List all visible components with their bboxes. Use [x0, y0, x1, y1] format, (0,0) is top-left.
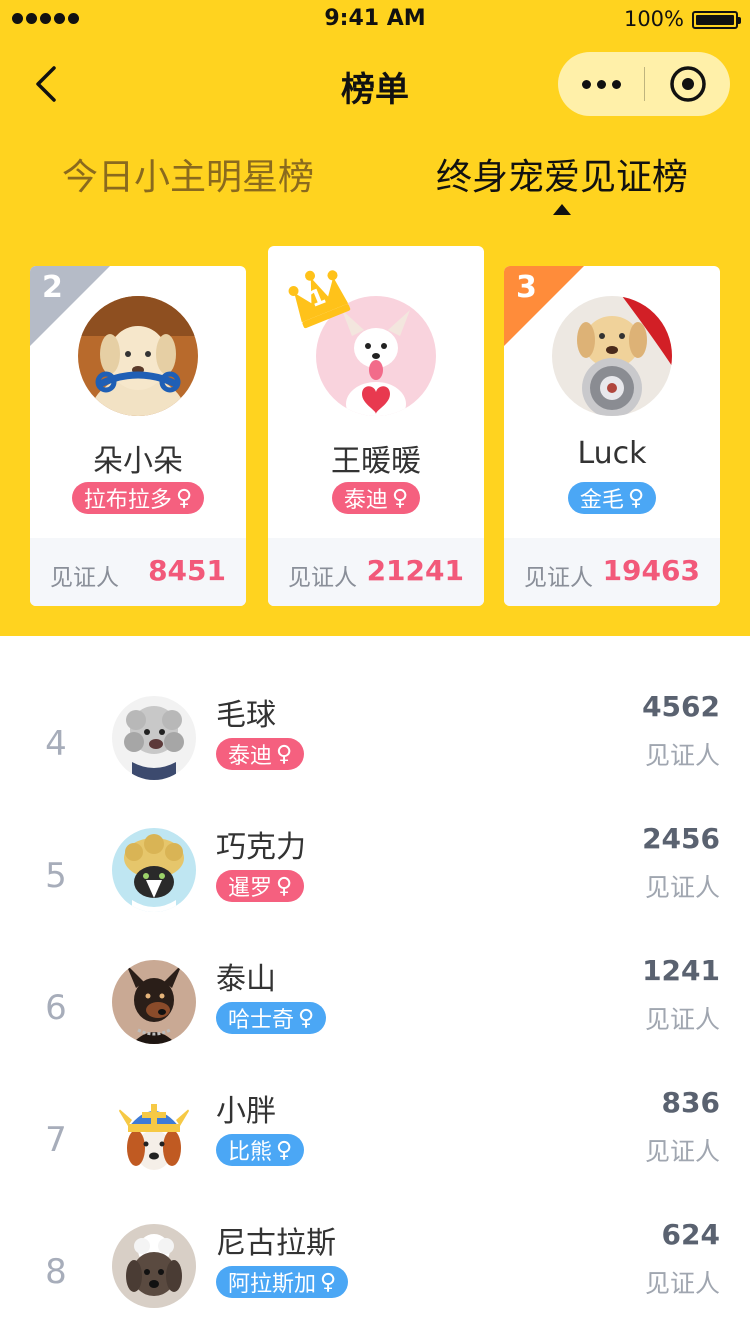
back-arrow-icon — [36, 66, 56, 102]
list-item[interactable]: 6 泰山 哈士奇 ♀ 1241 见证人 — [0, 954, 750, 1064]
battery-percentage: 100% — [623, 7, 684, 31]
breed-tag: 拉布拉多 ♀ — [71, 482, 205, 514]
avatar — [552, 296, 672, 416]
female-icon: ♀ — [276, 873, 293, 899]
breed-label: 泰迪 — [343, 488, 388, 513]
avatar — [112, 696, 196, 780]
more-dots-icon — [581, 79, 591, 89]
tab-lifetime-witness[interactable]: 终身宠爱见证榜 — [436, 148, 688, 200]
witness-label: 见证人 — [644, 1005, 720, 1034]
female-icon: ♀ — [320, 1269, 337, 1295]
card-footer: 见证人 8451 — [30, 538, 246, 606]
podium-rank: 2 — [42, 270, 63, 305]
pet-name: 毛球 — [216, 698, 276, 733]
pet-name: 巧克力 — [216, 830, 306, 865]
list-rank: 7 — [45, 1120, 67, 1160]
podium-card-first[interactable]: 1 王暖暖 泰迪 ♀ 见证人 21241 — [268, 246, 484, 606]
avatar — [112, 828, 196, 912]
battery-icon — [692, 11, 741, 29]
witness-count: 8451 — [148, 554, 226, 587]
list-item[interactable]: 4 毛球 泰迪 ♀ 4562 见证人 — [0, 690, 750, 800]
miniprogram-capsule — [558, 52, 730, 116]
status-bar: 9:41 AM 100% — [0, 0, 750, 40]
avatar — [112, 1092, 196, 1176]
podium-card-second[interactable]: 2 朵小朵 拉布拉多 ♀ 见证人 8451 — [30, 266, 246, 606]
list-item[interactable]: 8 尼古拉斯 阿拉斯加 ♀ 624 见证人 — [0, 1218, 750, 1328]
witness-count: 624 — [661, 1218, 720, 1251]
witness-label: 见证人 — [644, 1269, 720, 1298]
list-rank: 5 — [45, 856, 67, 896]
witness-label: 见证人 — [50, 565, 119, 591]
list-rank: 6 — [45, 988, 67, 1028]
list-rank: 4 — [45, 724, 67, 764]
list-item[interactable]: 5 巧克力 暹罗 ♀ 2456 见证人 — [0, 822, 750, 932]
pet-name: 小胖 — [216, 1094, 276, 1129]
female-icon: ♀ — [276, 1137, 293, 1163]
avatar — [78, 296, 198, 416]
breed-label: 比熊 — [228, 1140, 273, 1165]
active-tab-indicator — [553, 204, 571, 215]
breed-label: 金毛 — [579, 488, 624, 513]
back-button[interactable] — [30, 64, 70, 104]
breed-tag: 泰迪 ♀ — [331, 482, 421, 514]
pet-name: 王暖暖 — [331, 444, 421, 479]
breed-tag: 泰迪 ♀ — [216, 738, 305, 770]
breed-tag: 金毛 ♀ — [567, 482, 657, 514]
breed-label: 泰迪 — [228, 744, 273, 769]
witness-count: 836 — [661, 1086, 720, 1119]
list-item[interactable]: 7 小胖 比熊 ♀ 836 见证人 — [0, 1086, 750, 1196]
target-icon — [669, 66, 706, 102]
pet-name: 朵小朵 — [93, 444, 183, 479]
female-icon: ♀ — [175, 485, 193, 511]
female-icon: ♀ — [276, 741, 293, 767]
witness-label: 见证人 — [644, 873, 720, 902]
female-icon: ♀ — [627, 485, 645, 511]
witness-count: 19463 — [602, 554, 700, 587]
female-icon: ♀ — [391, 485, 409, 511]
witness-label: 见证人 — [524, 565, 593, 591]
witness-label: 见证人 — [644, 1137, 720, 1166]
witness-count: 1241 — [642, 954, 720, 987]
avatar — [112, 1224, 196, 1308]
breed-tag: 阿拉斯加 ♀ — [216, 1266, 349, 1298]
pet-name: 尼古拉斯 — [216, 1226, 336, 1261]
breed-label: 拉布拉多 — [83, 488, 172, 513]
close-miniprogram-button[interactable] — [645, 52, 730, 116]
witness-label: 见证人 — [644, 741, 720, 770]
list-rank: 8 — [45, 1252, 67, 1292]
breed-label: 阿拉斯加 — [228, 1272, 317, 1297]
breed-tag: 暹罗 ♀ — [216, 870, 305, 902]
avatar — [112, 960, 196, 1044]
more-button[interactable] — [558, 52, 644, 116]
female-icon: ♀ — [298, 1005, 315, 1031]
breed-label: 哈士奇 — [228, 1008, 295, 1033]
witness-label: 见证人 — [288, 565, 357, 591]
breed-tag: 比熊 ♀ — [216, 1134, 305, 1166]
podium-card-third[interactable]: 3 Luck 金毛 ♀ 见证人 19463 — [504, 266, 720, 606]
card-footer: 见证人 19463 — [504, 538, 720, 606]
breed-tag: 哈士奇 ♀ — [216, 1002, 327, 1034]
pet-name: 泰山 — [216, 962, 276, 997]
breed-label: 暹罗 — [228, 876, 273, 901]
witness-count: 21241 — [366, 554, 464, 587]
card-footer: 见证人 21241 — [268, 538, 484, 606]
witness-count: 4562 — [642, 690, 720, 723]
podium-rank: 3 — [516, 270, 537, 305]
tab-daily-star[interactable]: 今日小主明星榜 — [62, 148, 314, 200]
witness-count: 2456 — [642, 822, 720, 855]
pet-name: Luck — [577, 436, 647, 471]
